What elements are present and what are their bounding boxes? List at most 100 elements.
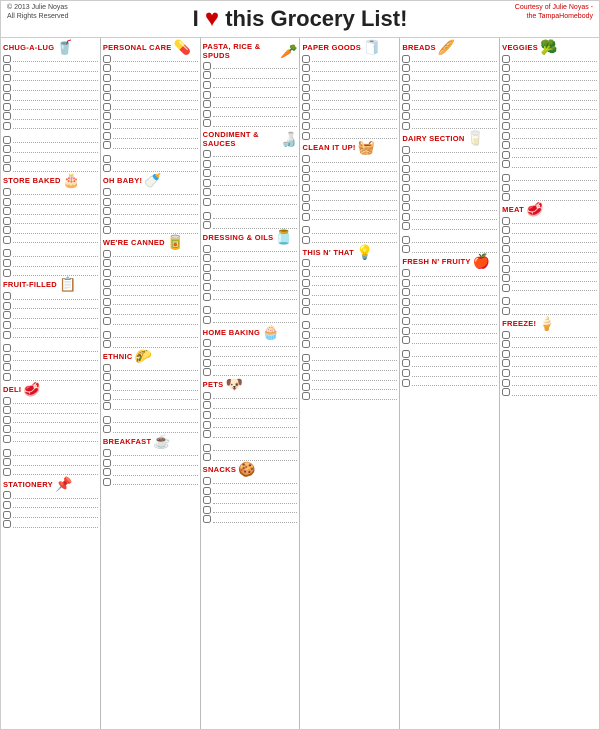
list-checkbox[interactable]: [203, 421, 211, 429]
list-checkbox[interactable]: [402, 288, 410, 296]
list-checkbox[interactable]: [3, 302, 11, 310]
list-checkbox[interactable]: [302, 307, 310, 315]
list-checkbox[interactable]: [103, 164, 111, 172]
list-checkbox[interactable]: [402, 369, 410, 377]
list-checkbox[interactable]: [302, 321, 310, 329]
list-checkbox[interactable]: [502, 64, 510, 72]
list-checkbox[interactable]: [3, 145, 11, 153]
list-checkbox[interactable]: [3, 363, 11, 371]
list-checkbox[interactable]: [203, 506, 211, 514]
list-checkbox[interactable]: [103, 207, 111, 215]
list-checkbox[interactable]: [402, 213, 410, 221]
list-checkbox[interactable]: [203, 515, 211, 523]
list-checkbox[interactable]: [3, 55, 11, 63]
list-checkbox[interactable]: [203, 392, 211, 400]
list-checkbox[interactable]: [3, 458, 11, 466]
list-checkbox[interactable]: [3, 311, 11, 319]
list-checkbox[interactable]: [302, 155, 310, 163]
list-checkbox[interactable]: [302, 84, 310, 92]
list-checkbox[interactable]: [3, 103, 11, 111]
list-checkbox[interactable]: [302, 392, 310, 400]
list-checkbox[interactable]: [402, 317, 410, 325]
list-checkbox[interactable]: [302, 122, 310, 130]
list-checkbox[interactable]: [203, 221, 211, 229]
list-checkbox[interactable]: [103, 331, 111, 339]
list-checkbox[interactable]: [103, 250, 111, 258]
list-checkbox[interactable]: [502, 331, 510, 339]
list-checkbox[interactable]: [402, 174, 410, 182]
list-checkbox[interactable]: [502, 132, 510, 140]
list-checkbox[interactable]: [203, 273, 211, 281]
list-checkbox[interactable]: [103, 298, 111, 306]
list-checkbox[interactable]: [103, 155, 111, 163]
list-checkbox[interactable]: [3, 112, 11, 120]
list-checkbox[interactable]: [502, 93, 510, 101]
list-checkbox[interactable]: [502, 255, 510, 263]
list-checkbox[interactable]: [203, 110, 211, 118]
list-checkbox[interactable]: [402, 336, 410, 344]
list-checkbox[interactable]: [3, 164, 11, 172]
list-checkbox[interactable]: [402, 245, 410, 253]
list-checkbox[interactable]: [3, 249, 11, 257]
list-checkbox[interactable]: [302, 103, 310, 111]
list-checkbox[interactable]: [203, 349, 211, 357]
list-checkbox[interactable]: [502, 122, 510, 130]
list-checkbox[interactable]: [402, 350, 410, 358]
list-checkbox[interactable]: [402, 379, 410, 387]
list-checkbox[interactable]: [3, 217, 11, 225]
list-checkbox[interactable]: [3, 226, 11, 234]
list-checkbox[interactable]: [203, 150, 211, 158]
list-checkbox[interactable]: [402, 84, 410, 92]
list-checkbox[interactable]: [103, 364, 111, 372]
list-checkbox[interactable]: [103, 383, 111, 391]
list-checkbox[interactable]: [3, 416, 11, 424]
list-checkbox[interactable]: [302, 354, 310, 362]
list-checkbox[interactable]: [3, 84, 11, 92]
list-checkbox[interactable]: [402, 146, 410, 154]
list-checkbox[interactable]: [402, 64, 410, 72]
list-checkbox[interactable]: [302, 74, 310, 82]
list-checkbox[interactable]: [402, 122, 410, 130]
list-checkbox[interactable]: [402, 194, 410, 202]
list-checkbox[interactable]: [502, 297, 510, 305]
list-checkbox[interactable]: [203, 188, 211, 196]
list-checkbox[interactable]: [402, 327, 410, 335]
list-checkbox[interactable]: [3, 449, 11, 457]
list-checkbox[interactable]: [402, 103, 410, 111]
list-checkbox[interactable]: [103, 468, 111, 476]
list-checkbox[interactable]: [203, 359, 211, 367]
list-checkbox[interactable]: [402, 222, 410, 230]
list-checkbox[interactable]: [302, 194, 310, 202]
list-checkbox[interactable]: [302, 112, 310, 120]
list-checkbox[interactable]: [402, 298, 410, 306]
list-checkbox[interactable]: [103, 279, 111, 287]
list-checkbox[interactable]: [3, 397, 11, 405]
list-checkbox[interactable]: [3, 354, 11, 362]
list-checkbox[interactable]: [103, 74, 111, 82]
list-checkbox[interactable]: [103, 112, 111, 120]
list-checkbox[interactable]: [3, 122, 11, 130]
list-checkbox[interactable]: [502, 284, 510, 292]
list-checkbox[interactable]: [3, 236, 11, 244]
list-checkbox[interactable]: [3, 74, 11, 82]
list-checkbox[interactable]: [502, 103, 510, 111]
list-checkbox[interactable]: [502, 174, 510, 182]
list-checkbox[interactable]: [103, 226, 111, 234]
list-checkbox[interactable]: [103, 373, 111, 381]
list-checkbox[interactable]: [103, 317, 111, 325]
list-checkbox[interactable]: [502, 340, 510, 348]
list-checkbox[interactable]: [302, 236, 310, 244]
list-checkbox[interactable]: [203, 160, 211, 168]
list-checkbox[interactable]: [402, 165, 410, 173]
list-checkbox[interactable]: [402, 55, 410, 63]
list-checkbox[interactable]: [203, 411, 211, 419]
list-checkbox[interactable]: [103, 217, 111, 225]
list-checkbox[interactable]: [203, 496, 211, 504]
list-checkbox[interactable]: [203, 91, 211, 99]
list-checkbox[interactable]: [502, 236, 510, 244]
list-checkbox[interactable]: [3, 136, 11, 144]
list-checkbox[interactable]: [3, 198, 11, 206]
list-checkbox[interactable]: [502, 217, 510, 225]
list-checkbox[interactable]: [502, 74, 510, 82]
list-checkbox[interactable]: [302, 213, 310, 221]
